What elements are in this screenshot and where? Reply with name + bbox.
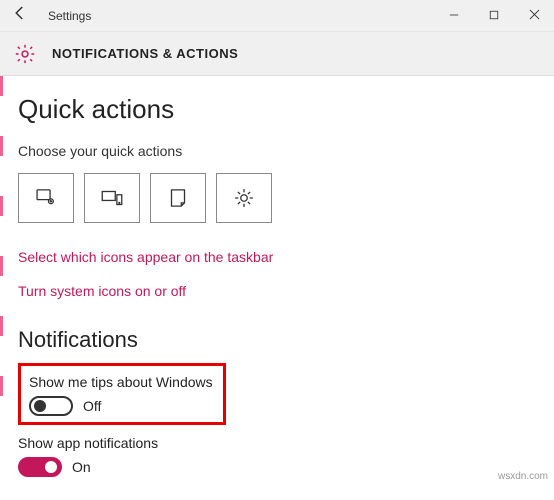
highlighted-setting: Show me tips about Windows Off [18, 363, 226, 425]
window-title: Settings [48, 9, 91, 23]
link-taskbar-icons[interactable]: Select which icons appear on the taskbar [18, 249, 536, 265]
quick-action-tile-tablet-mode[interactable] [18, 173, 74, 223]
tips-toggle-state: Off [83, 398, 101, 414]
maximize-button[interactable] [474, 0, 514, 32]
app-notifications-state: On [72, 459, 91, 475]
app-notifications-toggle[interactable] [18, 457, 62, 477]
breadcrumb: NOTIFICATIONS & ACTIONS [52, 46, 238, 61]
notifications-heading: Notifications [18, 327, 536, 353]
page-header: NOTIFICATIONS & ACTIONS [0, 32, 554, 76]
quick-actions-heading: Quick actions [18, 94, 536, 125]
settings-icon [14, 43, 36, 65]
quick-action-tiles [18, 173, 536, 223]
quick-actions-subtext: Choose your quick actions [18, 143, 536, 159]
app-notifications-label: Show app notifications [18, 435, 536, 451]
tips-toggle[interactable] [29, 396, 73, 416]
close-button[interactable] [514, 0, 554, 32]
quick-action-tile-connect[interactable] [84, 173, 140, 223]
content-area: Quick actions Choose your quick actions … [0, 76, 554, 491]
back-button[interactable] [0, 4, 40, 27]
quick-action-tile-note[interactable] [150, 173, 206, 223]
quick-action-tile-all-settings[interactable] [216, 173, 272, 223]
minimize-button[interactable] [434, 0, 474, 32]
titlebar: Settings [0, 0, 554, 32]
link-system-icons[interactable]: Turn system icons on or off [18, 283, 536, 299]
watermark: wsxdn.com [498, 471, 548, 482]
tips-setting-label: Show me tips about Windows [29, 374, 215, 390]
